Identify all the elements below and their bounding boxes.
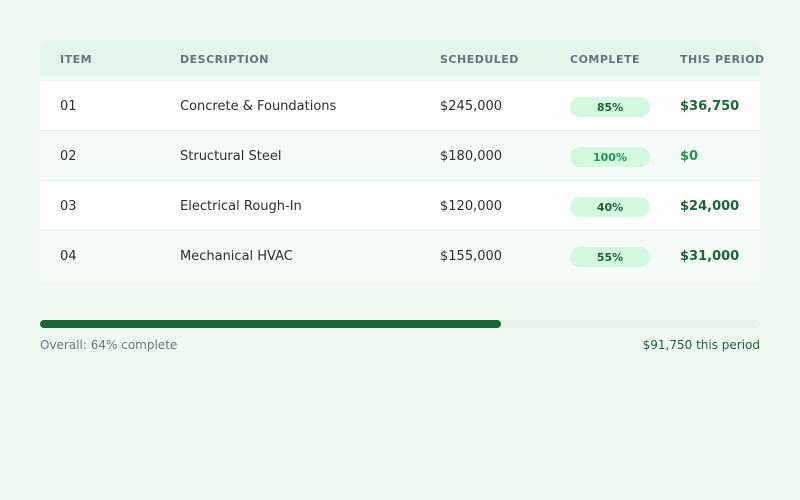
item-description: Electrical Rough-In (180, 199, 302, 214)
table-header: ITEM DESCRIPTION SCHEDULED COMPLETE THIS… (40, 40, 764, 76)
complete-badge: 85% (570, 97, 650, 117)
column-header-item[interactable]: ITEM (60, 40, 92, 76)
complete-badge: 40% (570, 197, 650, 217)
scheduled-value: $245,000 (440, 99, 503, 114)
item-number: 03 (60, 199, 77, 214)
scheduled-value: $155,000 (440, 249, 503, 264)
period-total-label: $91,750 this period (642, 338, 760, 352)
table-row[interactable]: 01 Concrete & Foundations $245,000 85% $… (40, 81, 760, 131)
complete-badge: 100% (570, 147, 650, 167)
progress-fill (40, 320, 501, 328)
this-period-value: $24,000 (680, 199, 740, 214)
table-row[interactable]: 04 Mechanical HVAC $155,000 55% $31,000 (40, 231, 760, 281)
billing-table: ITEM DESCRIPTION SCHEDULED COMPLETE THIS… (40, 40, 764, 281)
table-row[interactable]: 02 Structural Steel $180,000 100% $0 (40, 131, 760, 181)
item-number: 04 (60, 249, 77, 264)
column-header-complete[interactable]: COMPLETE (570, 40, 640, 76)
column-header-scheduled[interactable]: SCHEDULED (440, 40, 519, 76)
column-header-this-period[interactable]: THIS PERIOD (680, 40, 765, 76)
this-period-value: $0 (680, 149, 699, 164)
scheduled-value: $120,000 (440, 199, 503, 214)
this-period-value: $36,750 (680, 99, 740, 114)
item-number: 01 (60, 99, 77, 114)
item-description: Structural Steel (180, 149, 282, 164)
overall-progress-bar (40, 320, 760, 328)
table-row[interactable]: 03 Electrical Rough-In $120,000 40% $24,… (40, 181, 760, 231)
this-period-value: $31,000 (680, 249, 740, 264)
complete-badge: 55% (570, 247, 650, 267)
overall-complete-label: Overall: 64% complete (40, 338, 178, 352)
item-description: Mechanical HVAC (180, 249, 293, 264)
column-header-description[interactable]: DESCRIPTION (180, 40, 269, 76)
item-description: Concrete & Foundations (180, 99, 337, 114)
scheduled-value: $180,000 (440, 149, 503, 164)
item-number: 02 (60, 149, 77, 164)
